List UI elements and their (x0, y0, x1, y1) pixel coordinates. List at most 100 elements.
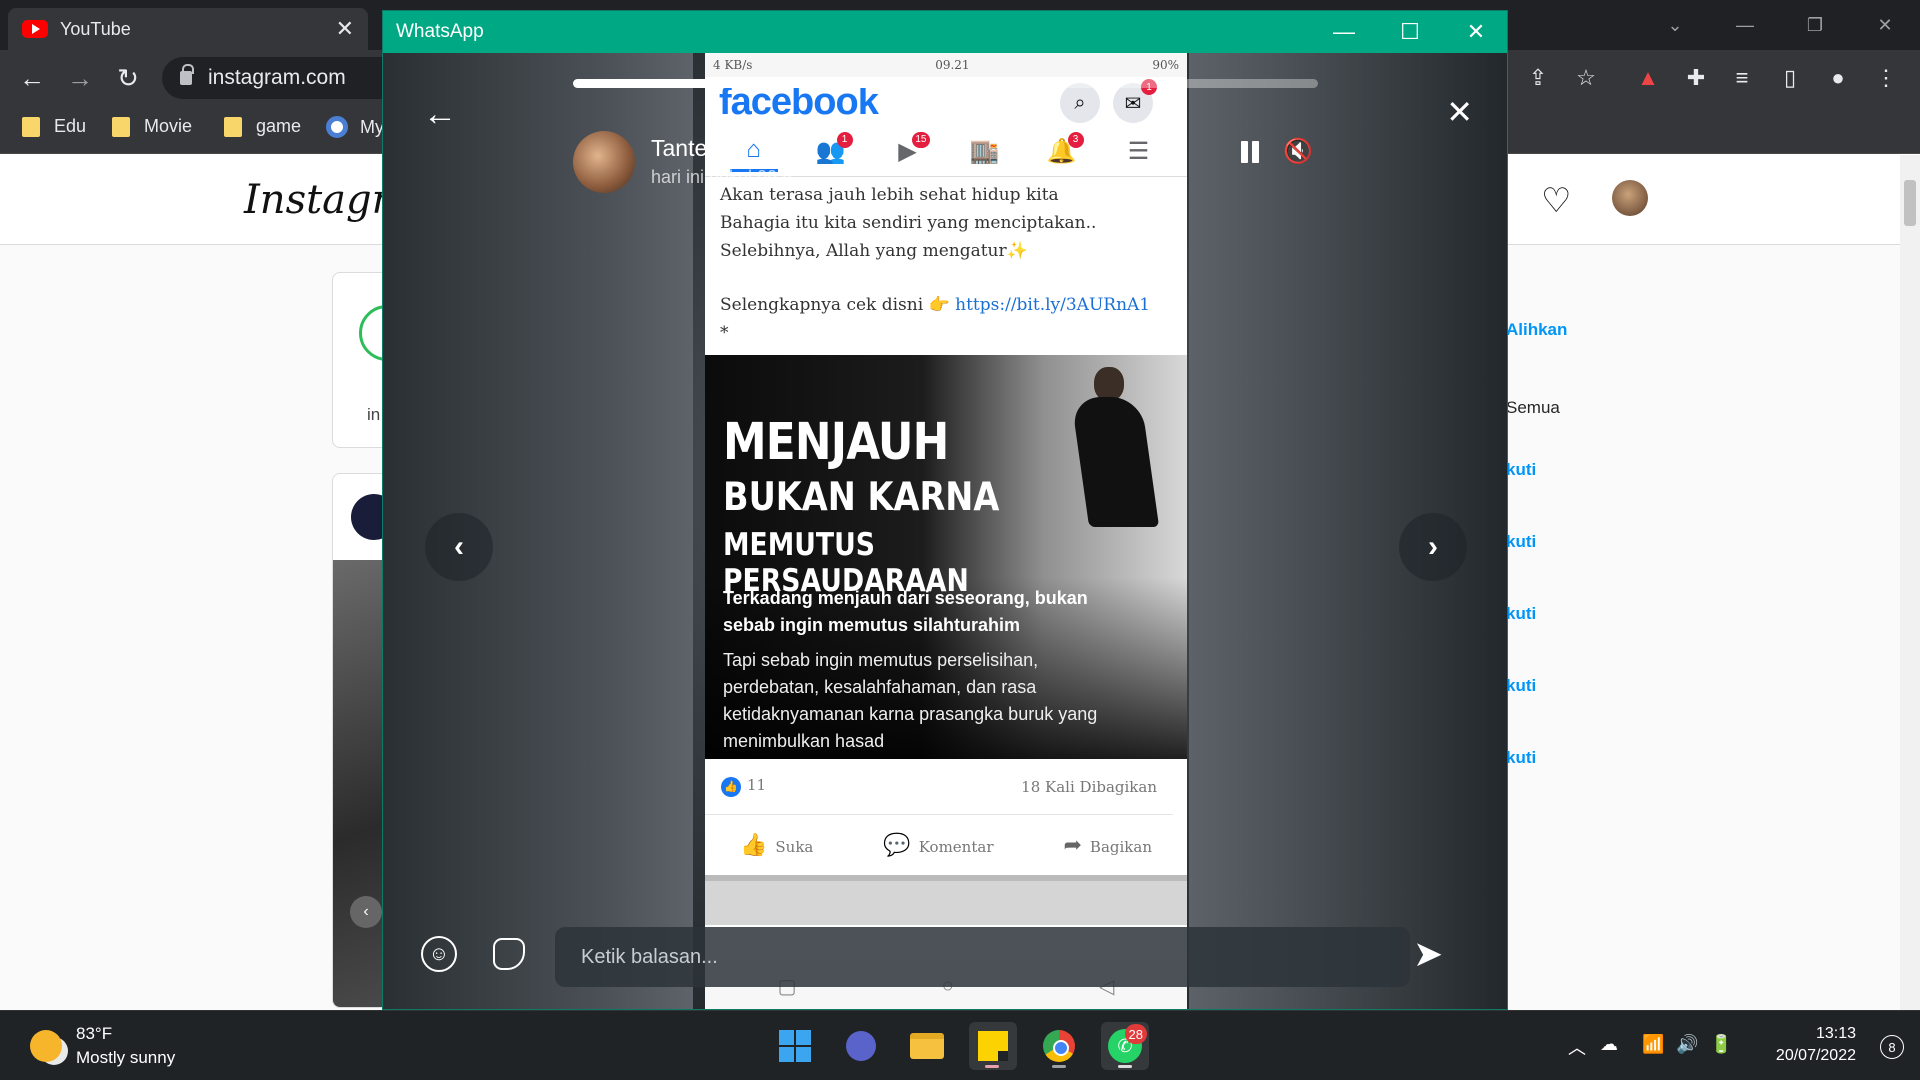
phone-status-bar: 4 KB/s 09.21 90% (705, 53, 1187, 77)
post-link: https://bit.ly/3AURnA1 (955, 295, 1151, 315)
like-icon: 👍 (721, 776, 741, 797)
bookmark-label: My (360, 116, 384, 137)
profile-avatar-icon[interactable]: ● (1822, 62, 1854, 94)
story-label: in (367, 405, 381, 424)
image-heading-1: MENJAUH (723, 413, 949, 472)
meet-icon (846, 1031, 876, 1061)
notification-center-badge[interactable]: 8 (1880, 1035, 1904, 1059)
share-count: 18 Kali Dibagikan (1021, 777, 1157, 796)
bookmark-edu[interactable]: Edu (22, 116, 86, 137)
running-indicator (1118, 1065, 1132, 1068)
weather-temperature[interactable]: 83°F (76, 1024, 112, 1044)
notification-badge: 1 (836, 131, 853, 148)
post-more-line: Selengkapnya cek disni 👉 https://bit.ly/… (720, 291, 1173, 319)
reply-input[interactable] (555, 927, 1410, 987)
emoji-icon[interactable]: ☺ (421, 936, 457, 972)
story-timestamp: hari ini pukul 09.5 (651, 167, 793, 187)
send-icon[interactable]: ➤ (1413, 933, 1443, 975)
bookmark-game[interactable]: game (224, 116, 301, 137)
follow-link[interactable]: kuti (1506, 460, 1536, 480)
youtube-icon (22, 20, 48, 38)
taskbar-sticky-notes[interactable] (969, 1022, 1017, 1070)
share-action: ➦ Bagikan (1063, 833, 1152, 858)
whatsapp-window: WhatsApp — ☐ ✕ 4 KB/s 09.21 90% facebook… (382, 10, 1508, 1010)
mute-icon[interactable]: 🔇 (1283, 137, 1313, 166)
see-all-link[interactable]: Semua (1506, 398, 1560, 418)
page-scrollbar[interactable] (1900, 155, 1920, 1010)
messenger-icon: ✉ 1 (1113, 79, 1157, 123)
marketplace-icon: 🏬 (969, 138, 1000, 165)
search-icon: ⌕ (1060, 83, 1100, 123)
maximize-icon[interactable]: ☐ (1377, 11, 1443, 53)
forward-icon[interactable]: → (62, 60, 98, 96)
next-story-button[interactable]: › (1399, 513, 1467, 581)
post-image: MENJAUH BUKAN KARNA MEMUTUS PERSAUDARAAN… (705, 355, 1187, 759)
share-icon[interactable]: ⇪ (1522, 62, 1554, 94)
pdf-extension-icon[interactable]: ▲ (1632, 62, 1664, 94)
status-viewer: 4 KB/s 09.21 90% facebook ⌕ ✉ 1 ⌂ 👥 1 ▶ 15 … (383, 53, 1507, 1009)
side-panel-icon[interactable]: ▯ (1774, 62, 1806, 94)
follow-link[interactable]: kuti (1506, 676, 1536, 696)
minimize-icon[interactable]: — (1311, 11, 1377, 53)
media-control-icon[interactable]: ≡ (1726, 62, 1758, 94)
post-star: * (720, 323, 729, 343)
reload-icon[interactable]: ↻ (110, 60, 146, 96)
taskbar: 83°F Mostly sunny ✆ 28 ︿ ☁ 📶 🔊 🔋 13:13 2… (0, 1010, 1920, 1080)
close-icon[interactable]: ✕ (1850, 0, 1920, 50)
running-indicator (985, 1065, 999, 1068)
bookmark-label: Edu (54, 116, 87, 136)
previous-story-button[interactable]: ‹ (425, 513, 493, 581)
video-icon: ▶ 15 (884, 131, 932, 172)
tab-search-icon[interactable]: ⌄ (1640, 0, 1710, 50)
follow-link[interactable]: kuti (1506, 532, 1536, 552)
battery-icon[interactable]: 🔋 (1710, 1034, 1732, 1055)
wifi-icon[interactable]: 📶 (1642, 1034, 1664, 1055)
close-viewer-icon[interactable]: ✕ (1446, 93, 1473, 131)
follow-link[interactable]: kuti (1506, 748, 1536, 768)
tab-youtube[interactable]: YouTube ✕ (8, 8, 368, 50)
taskbar-file-explorer[interactable] (903, 1022, 951, 1070)
tab-close-icon[interactable]: ✕ (336, 16, 354, 42)
thumbs-up-icon: 👍 (739, 832, 768, 858)
contact-name[interactable]: Tante Tut (651, 135, 746, 162)
scrollbar-thumb[interactable] (1904, 180, 1916, 226)
avatar[interactable] (1612, 180, 1648, 216)
taskbar-whatsapp[interactable]: ✆ 28 (1101, 1022, 1149, 1070)
onedrive-icon[interactable]: ☁ (1600, 1034, 1618, 1055)
back-arrow-icon[interactable]: ← (423, 95, 457, 134)
chevron-left-icon[interactable]: ‹ (350, 896, 382, 928)
clock-date: 20/07/2022 (1775, 1047, 1856, 1064)
comment-action: 💬 Komentar (883, 833, 993, 858)
image-paragraph-1: Terkadang menjauh dari seseorang, bukan … (723, 588, 1088, 635)
next-post-strip (705, 875, 1187, 925)
battery-level: 90% (1152, 58, 1179, 72)
extensions-icon[interactable]: ✚ (1680, 62, 1712, 94)
clock[interactable]: 13:13 20/07/2022 (1776, 1023, 1856, 1067)
heart-icon[interactable]: ♡ (1541, 181, 1571, 221)
volume-icon[interactable]: 🔊 (1676, 1034, 1698, 1055)
back-icon[interactable]: ← (14, 60, 50, 96)
close-icon[interactable]: ✕ (1443, 11, 1507, 53)
window-title: WhatsApp (396, 21, 484, 42)
chevron-up-icon[interactable]: ︿ (1568, 1034, 1586, 1060)
switch-link[interactable]: Alihkan (1506, 320, 1567, 340)
reactions-row: 👍 11 18 Kali Dibagikan (705, 759, 1173, 815)
running-indicator (1052, 1065, 1066, 1068)
pause-icon[interactable] (1240, 141, 1262, 165)
folder-icon (224, 116, 242, 137)
follow-link[interactable]: kuti (1506, 604, 1536, 624)
taskbar-meet[interactable] (837, 1022, 885, 1070)
image-paragraph-2: Tapi sebab ingin memutus perselisihan, p… (723, 650, 1098, 751)
menu-icon[interactable]: ⋮ (1870, 62, 1902, 94)
bookmark-my[interactable]: My (326, 116, 384, 138)
restore-icon[interactable]: ❐ (1780, 0, 1850, 50)
bookmark-star-icon[interactable]: ☆ (1570, 62, 1602, 94)
weather-sun-icon[interactable] (30, 1030, 62, 1062)
bookmark-movie[interactable]: Movie (112, 116, 192, 137)
weather-description[interactable]: Mostly sunny (76, 1048, 175, 1068)
minimize-icon[interactable]: — (1710, 0, 1780, 50)
taskbar-chrome[interactable] (1035, 1022, 1083, 1070)
contact-avatar[interactable] (573, 131, 635, 193)
start-button[interactable] (771, 1022, 819, 1070)
